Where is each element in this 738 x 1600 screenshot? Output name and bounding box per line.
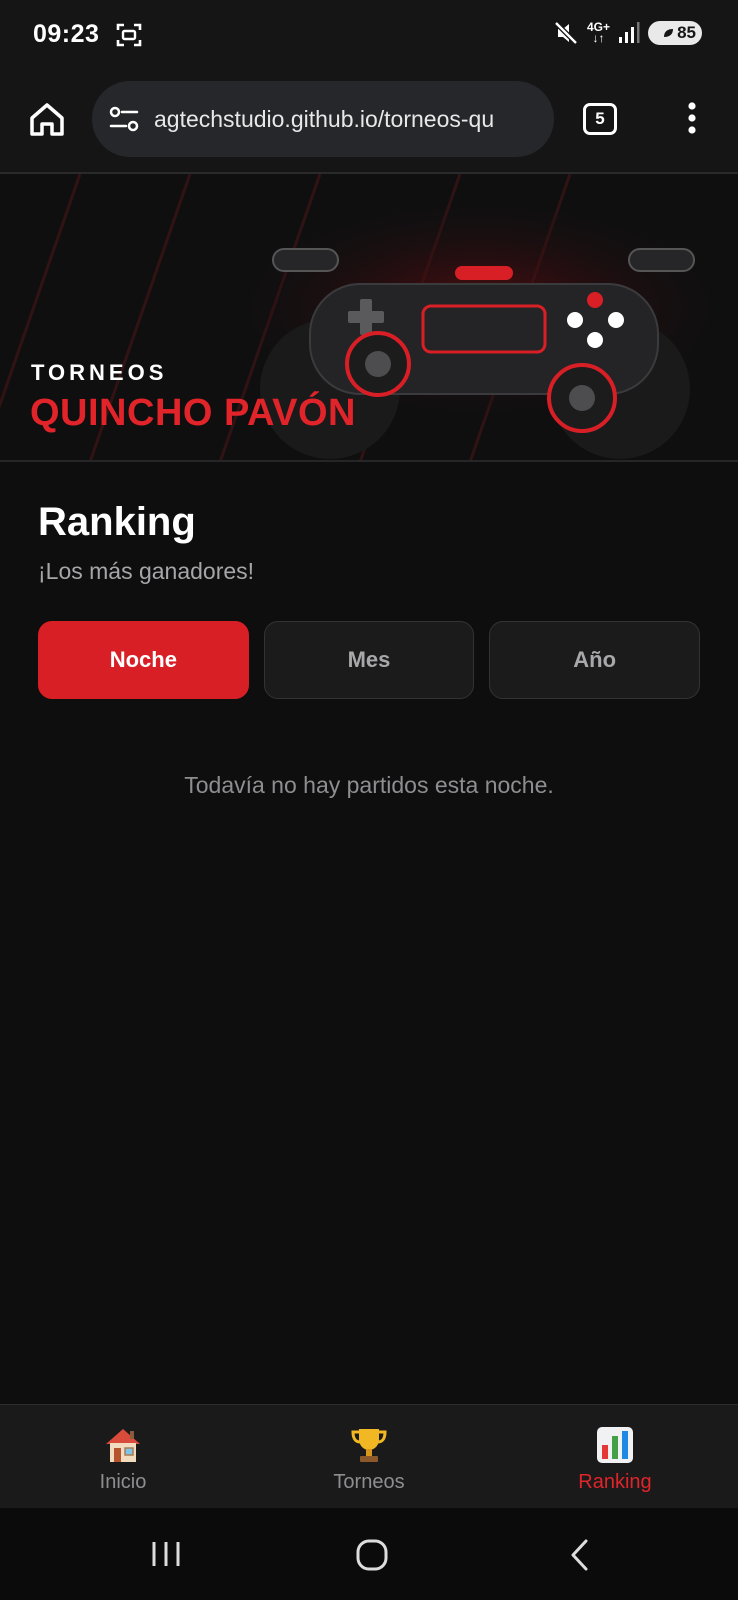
system-navigation-bar xyxy=(0,1508,738,1600)
signal-icon xyxy=(619,22,640,43)
hero-kicker: TORNEOS xyxy=(31,360,168,385)
more-menu-icon[interactable] xyxy=(679,100,705,136)
status-indicators: 4G+ ↓↑ 85 xyxy=(553,20,702,46)
nav-item-torneos[interactable]: Torneos xyxy=(246,1405,492,1508)
house-icon xyxy=(106,1429,140,1462)
ranking-period-tabs: Noche Mes Año xyxy=(38,621,701,699)
screenshot-icon xyxy=(116,23,142,47)
home-icon[interactable] xyxy=(355,1538,389,1572)
url-text[interactable]: agtechstudio.github.io/torneos-qu xyxy=(154,106,494,133)
recent-apps-icon[interactable] xyxy=(150,1538,182,1570)
bottom-navigation: Inicio Torneos Ranking xyxy=(0,1404,738,1508)
address-bar[interactable]: agtechstudio.github.io/torneos-qu xyxy=(92,81,554,157)
browser-home-icon[interactable] xyxy=(27,99,67,139)
status-time: 09:23 xyxy=(33,20,100,48)
tab-mes[interactable]: Mes xyxy=(263,621,475,699)
battery-icon: 85 xyxy=(648,21,702,45)
status-bar: 09:23 4G+ ↓↑ 85 xyxy=(0,0,738,72)
tab-switcher-button[interactable]: 5 xyxy=(583,103,617,135)
app-screen: 09:23 4G+ ↓↑ 85 agtechstudio.github.io/t… xyxy=(0,0,738,1600)
browser-toolbar: agtechstudio.github.io/torneos-qu 5 xyxy=(0,72,738,174)
nav-label-ranking: Ranking xyxy=(578,1471,652,1493)
network-type: 4G+ ↓↑ xyxy=(586,20,610,45)
nav-item-ranking[interactable]: Ranking xyxy=(492,1405,738,1508)
hero-banner: TORNEOS QUINCHO PAVÓN xyxy=(0,174,738,462)
page-subtitle: ¡Los más ganadores! xyxy=(38,558,255,584)
hero-title: QUINCHO PAVÓN xyxy=(30,392,356,434)
battery-level: 85 xyxy=(677,23,696,42)
nav-label-torneos: Torneos xyxy=(333,1471,405,1493)
nav-label-inicio: Inicio xyxy=(99,1471,147,1493)
tab-ano[interactable]: Año xyxy=(489,621,701,699)
back-icon[interactable] xyxy=(566,1538,594,1572)
battery-saver-icon xyxy=(664,29,674,37)
empty-state-message: Todavía no hay partidos esta noche. xyxy=(184,772,554,798)
nav-item-inicio[interactable]: Inicio xyxy=(0,1405,246,1508)
mute-icon xyxy=(554,21,578,45)
page-title: Ranking xyxy=(38,500,196,544)
tab-noche[interactable]: Noche xyxy=(38,621,249,699)
bar-chart-icon xyxy=(597,1427,633,1463)
site-settings-icon[interactable] xyxy=(108,103,140,135)
trophy-icon xyxy=(351,1429,387,1462)
